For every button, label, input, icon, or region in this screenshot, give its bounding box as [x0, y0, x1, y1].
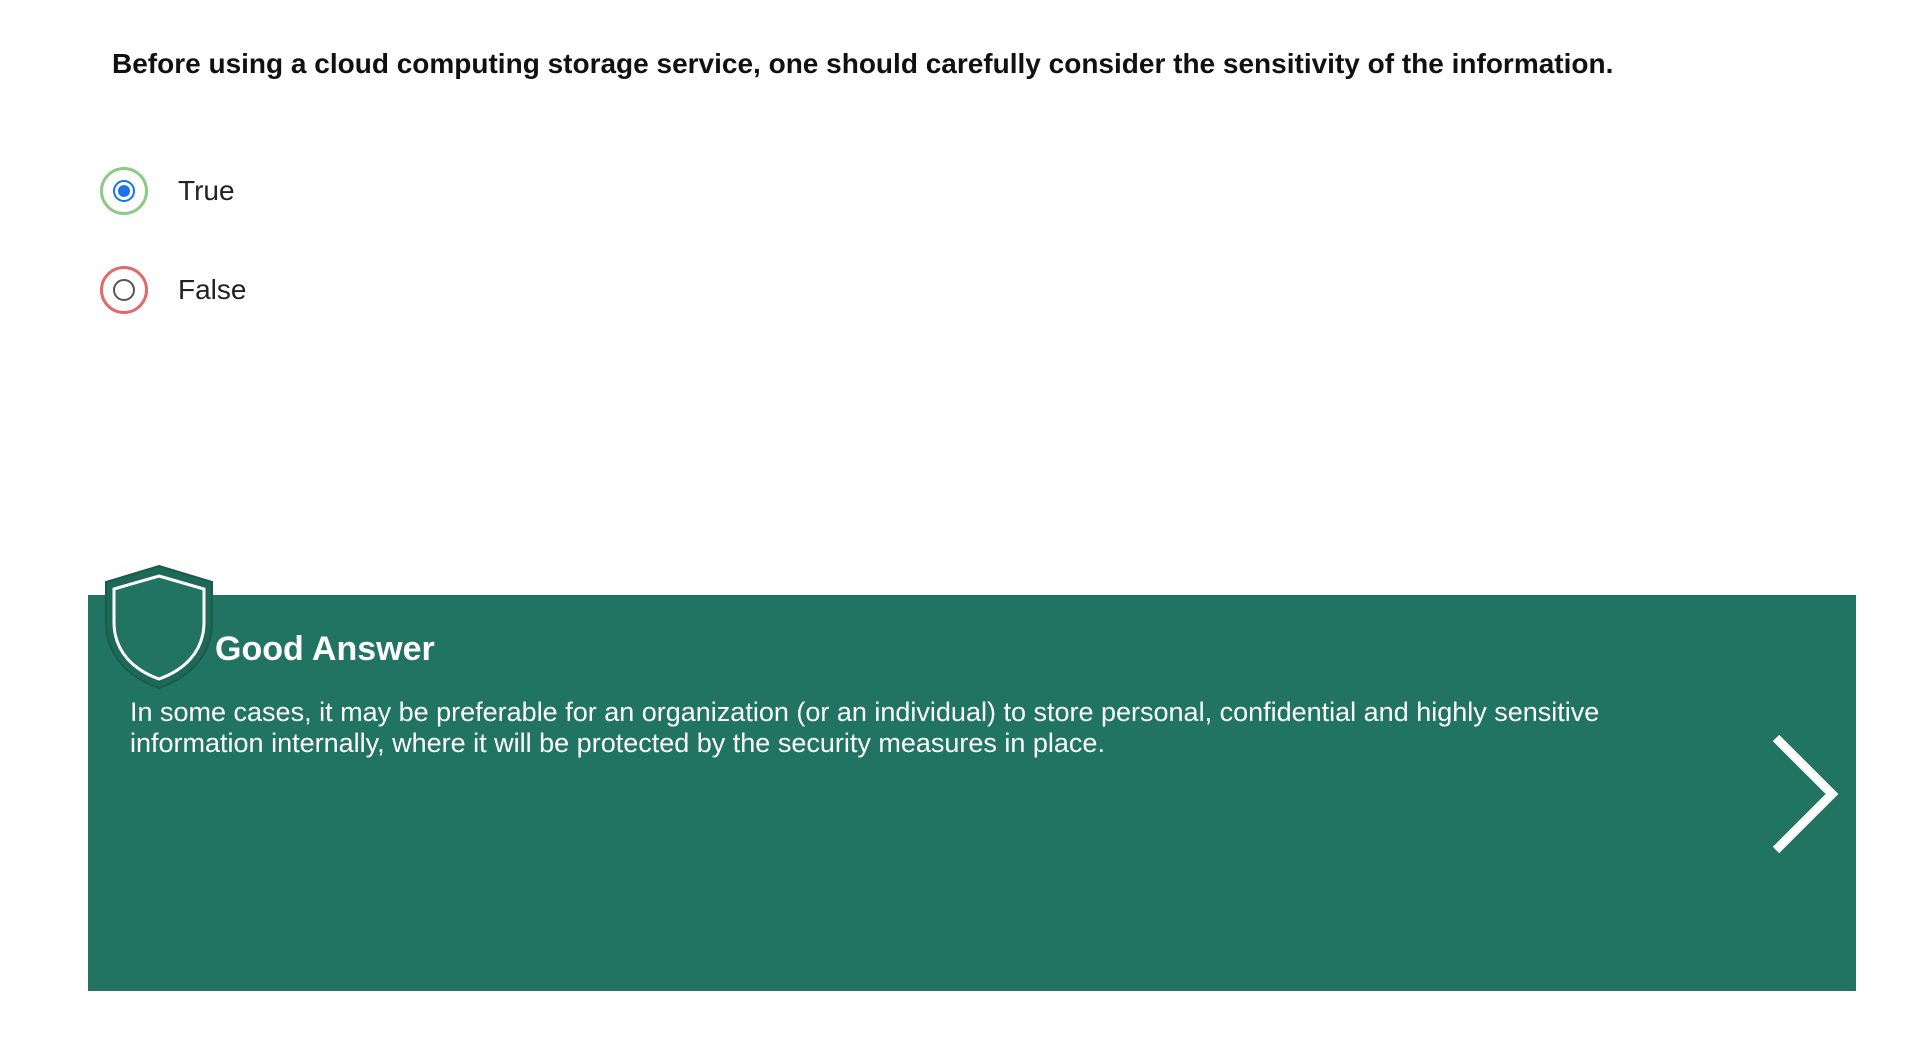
correct-indicator-ring — [100, 167, 148, 215]
incorrect-indicator-ring — [100, 266, 148, 314]
quiz-page: Before using a cloud computing storage s… — [0, 0, 1906, 1043]
option-false-label: False — [178, 274, 247, 305]
radio-selected-dot — [118, 185, 130, 197]
option-false[interactable]: False — [100, 266, 246, 314]
feedback-text: In some cases, it may be preferable for … — [130, 697, 1600, 758]
feedback-title: Good Answer — [215, 630, 435, 668]
radio-false[interactable] — [113, 279, 135, 301]
shield-icon — [105, 564, 213, 690]
option-true-label: True — [178, 175, 235, 206]
option-true[interactable]: True — [100, 167, 235, 215]
chevron-right-icon[interactable] — [1770, 734, 1840, 854]
radio-true[interactable] — [113, 180, 135, 202]
question-text: Before using a cloud computing storage s… — [112, 48, 1614, 79]
